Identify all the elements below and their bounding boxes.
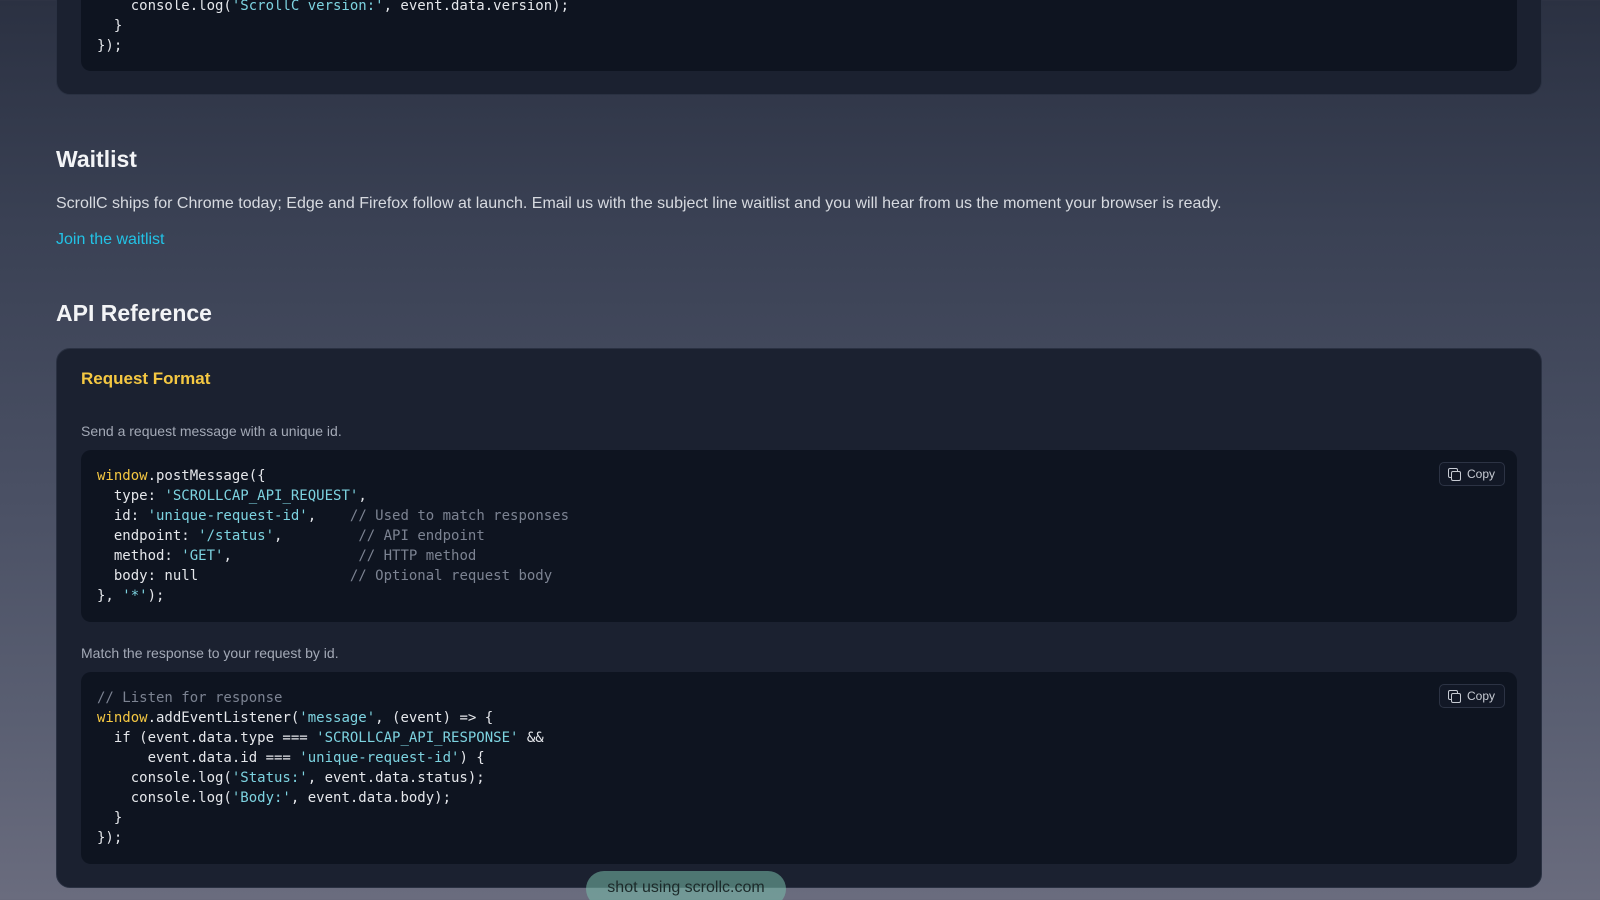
copy-icon (1447, 689, 1462, 703)
code-token: ); (147, 588, 165, 604)
code-string: '*' (122, 588, 148, 604)
code-line: }, '*'); (97, 588, 164, 604)
code-token: console.log( (97, 790, 232, 806)
code-line: } (97, 18, 122, 34)
code-token: type: (97, 488, 165, 504)
response-code-block: // Listen for response window.addEventLi… (81, 672, 1517, 864)
code-token: , (event) => { (375, 710, 494, 726)
code-token: event.data.id === (97, 750, 300, 766)
code-token: , (223, 548, 359, 564)
code-token: }, (97, 588, 123, 604)
code-keyword: window (97, 710, 148, 726)
code-token: }); (97, 38, 123, 54)
response-caption: Match the response to your request by id… (81, 645, 339, 661)
code-line: console.log('Body:', event.data.body); (97, 790, 451, 806)
code-line: }); (97, 830, 122, 846)
waitlist-description: ScrollC ships for Chrome today; Edge and… (56, 195, 1222, 212)
code-token: } (97, 810, 123, 826)
copy-request-button[interactable]: Copy (1438, 462, 1505, 486)
code-comment: // Optional request body (349, 568, 553, 584)
code-token: ) { (459, 750, 485, 766)
waitlist-heading: Waitlist (56, 146, 137, 172)
code-string: 'SCROLLCAP_API_REQUEST' (164, 488, 359, 504)
code-string: 'GET' (181, 548, 224, 564)
response-code: // Listen for response window.addEventLi… (97, 688, 544, 848)
code-comment: // HTTP method (358, 548, 477, 564)
code-token: .addEventListener( (147, 710, 300, 726)
code-line: event.data.id === 'unique-request-id') { (97, 750, 485, 766)
copy-icon (1447, 467, 1462, 481)
code-line: window.addEventListener('message', (even… (97, 710, 493, 726)
code-string: 'Status:' (231, 770, 308, 786)
code-line: }); (97, 38, 122, 54)
code-line: id: 'unique-request-id', // Used to matc… (97, 508, 569, 524)
code-token: , event.data.version); (383, 0, 570, 14)
code-token: if (event.data.type === (97, 730, 317, 746)
code-string: 'unique-request-id' (299, 750, 460, 766)
code-token: .postMessage({ (147, 468, 266, 484)
code-line: } (97, 810, 122, 826)
code-comment: // API endpoint (358, 528, 485, 544)
code-line: method: 'GET', // HTTP method (97, 548, 476, 564)
code-token: }); (97, 830, 123, 846)
code-token: console.log( (97, 770, 232, 786)
join-waitlist-link[interactable]: Join the waitlist (56, 231, 165, 249)
code-comment: // Listen for response (97, 690, 283, 706)
code-string: 'unique-request-id' (147, 508, 308, 524)
previous-code: console.log('ScrollC version:', event.da… (97, 0, 569, 56)
code-token: endpoint: (97, 528, 199, 544)
code-string: '/status' (198, 528, 275, 544)
code-string: 'SCROLLCAP_API_RESPONSE' (316, 730, 519, 746)
copy-label: Copy (1466, 689, 1495, 703)
previous-code-block: console.log('ScrollC version:', event.da… (81, 0, 1517, 71)
code-token: , (358, 488, 367, 504)
code-line: window.postMessage({ (97, 468, 266, 484)
request-caption: Send a request message with a unique id. (81, 423, 342, 439)
copy-label: Copy (1466, 467, 1495, 481)
code-line: endpoint: '/status', // API endpoint (97, 528, 485, 544)
code-line: type: 'SCROLLCAP_API_REQUEST', (97, 488, 367, 504)
code-comment: // Used to match responses (349, 508, 570, 524)
code-token: id: (97, 508, 148, 524)
previous-code-card: console.log('ScrollC version:', event.da… (56, 0, 1542, 95)
code-token: , (307, 508, 350, 524)
code-line: console.log('Status:', event.data.status… (97, 770, 485, 786)
request-format-heading: Request Format (81, 369, 211, 388)
code-string: 'ScrollC version:' (231, 0, 384, 14)
code-keyword: window (97, 468, 148, 484)
code-line: console.log('ScrollC version:', event.da… (97, 0, 569, 14)
watermark-badge: shot using scrollc.com (586, 871, 786, 900)
code-string: 'message' (299, 710, 376, 726)
code-token: method: (97, 548, 182, 564)
request-format-card: Request Format Send a request message wi… (56, 348, 1542, 888)
request-code: window.postMessage({ type: 'SCROLLCAP_AP… (97, 466, 569, 606)
code-token: } (97, 18, 123, 34)
code-token: , event.data.body); (290, 790, 452, 806)
code-line: // Listen for response (97, 690, 282, 706)
code-token: && (518, 730, 544, 746)
code-token: , event.data.status); (307, 770, 485, 786)
code-token: , (274, 528, 359, 544)
code-token: body: null (97, 568, 350, 584)
request-code-block: window.postMessage({ type: 'SCROLLCAP_AP… (81, 450, 1517, 622)
code-line: body: null // Optional request body (97, 568, 552, 584)
api-reference-heading: API Reference (56, 300, 212, 326)
code-string: 'Body:' (231, 790, 291, 806)
code-line: if (event.data.type === 'SCROLLCAP_API_R… (97, 730, 544, 746)
code-token: console.log( (97, 0, 232, 14)
copy-response-button[interactable]: Copy (1438, 684, 1505, 708)
